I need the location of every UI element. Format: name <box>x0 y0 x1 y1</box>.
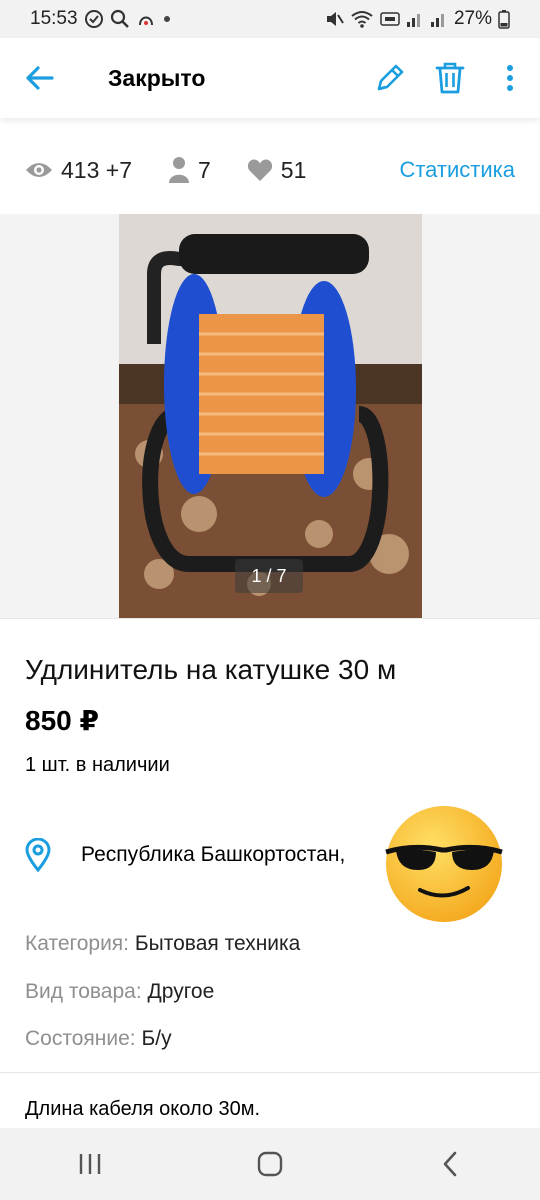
views-stat: 413 +7 <box>25 157 132 184</box>
wifi-icon <box>350 9 374 29</box>
listing-stats: 413 +7 7 51 Статистика <box>0 140 540 200</box>
battery-icon <box>498 9 510 29</box>
page-title: Закрыто <box>108 64 206 91</box>
mute-icon <box>324 9 344 29</box>
photo-gallery[interactable]: Avito <box>0 214 540 820</box>
home-icon <box>257 1151 283 1177</box>
recent-apps-button[interactable] <box>50 1128 130 1200</box>
property-value: Другое <box>147 980 215 1003</box>
check-circle-icon <box>84 9 104 29</box>
status-bar: 15:53 27% <box>0 0 540 38</box>
more-options-button[interactable] <box>480 38 540 118</box>
property-value: Бытовая техника <box>134 932 301 955</box>
location-text: Республика Башкортостан, <box>81 843 346 866</box>
recent-apps-icon <box>79 1154 101 1174</box>
photo-counter: 1 / 7 <box>235 559 303 593</box>
property-item-type: Вид товара: Другое <box>25 980 214 1004</box>
contacts-count: 7 <box>198 156 211 183</box>
signal-1-icon <box>406 9 424 29</box>
person-icon <box>169 157 189 183</box>
delete-button[interactable] <box>420 38 480 118</box>
arrow-left-icon <box>26 66 54 90</box>
property-key: Состояние: <box>25 1027 136 1050</box>
property-category: Категория: Бытовая техника <box>25 932 300 956</box>
favorites-stat: 51 <box>247 156 307 184</box>
property-value: Б/у <box>141 1027 172 1050</box>
back-button[interactable] <box>0 38 80 118</box>
avito-logo-icon <box>336 802 353 819</box>
more-vertical-icon <box>507 65 513 91</box>
divider <box>0 618 540 619</box>
chevron-left-icon <box>443 1151 457 1177</box>
property-key: Вид товара: <box>25 980 142 1003</box>
stock-info: 1 шт. в наличии <box>25 754 170 776</box>
favorites-count: 51 <box>280 156 307 183</box>
app-notification-icon <box>136 9 156 29</box>
search-notification-icon <box>110 9 130 29</box>
back-nav-button[interactable] <box>410 1128 490 1200</box>
listing-title: Удлинитель на катушке 30 м <box>25 654 397 685</box>
listing-price: 850 ₽ <box>25 705 99 736</box>
property-key: Категория: <box>25 932 130 955</box>
divider <box>0 1072 540 1073</box>
trash-icon <box>435 62 465 94</box>
app-toolbar: Закрыто <box>0 38 540 118</box>
contacts-stat: 7 <box>168 156 211 184</box>
dot-icon <box>162 9 172 29</box>
eye-icon <box>26 163 52 177</box>
edit-button[interactable] <box>360 38 420 118</box>
system-nav-bar <box>0 1128 540 1200</box>
property-condition: Состояние: Б/у <box>25 1027 172 1051</box>
signal-2-icon <box>430 9 448 29</box>
battery-level: 27% <box>453 8 492 29</box>
heart-icon <box>247 159 272 181</box>
status-time: 15:53 <box>30 8 78 29</box>
listing-photo[interactable] <box>119 214 422 618</box>
home-button[interactable] <box>230 1128 310 1200</box>
volte-icon <box>380 9 400 29</box>
sunglasses-emoji-sticker <box>384 804 504 924</box>
statistics-link[interactable]: Статистика <box>399 157 515 183</box>
location-row[interactable]: Республика Башкортостан, <box>25 838 345 872</box>
pencil-icon <box>377 64 404 91</box>
views-count: 413 +7 <box>61 156 132 183</box>
listing-description: Длина кабеля около 30м. <box>25 1098 261 1120</box>
location-pin-icon <box>25 838 51 872</box>
